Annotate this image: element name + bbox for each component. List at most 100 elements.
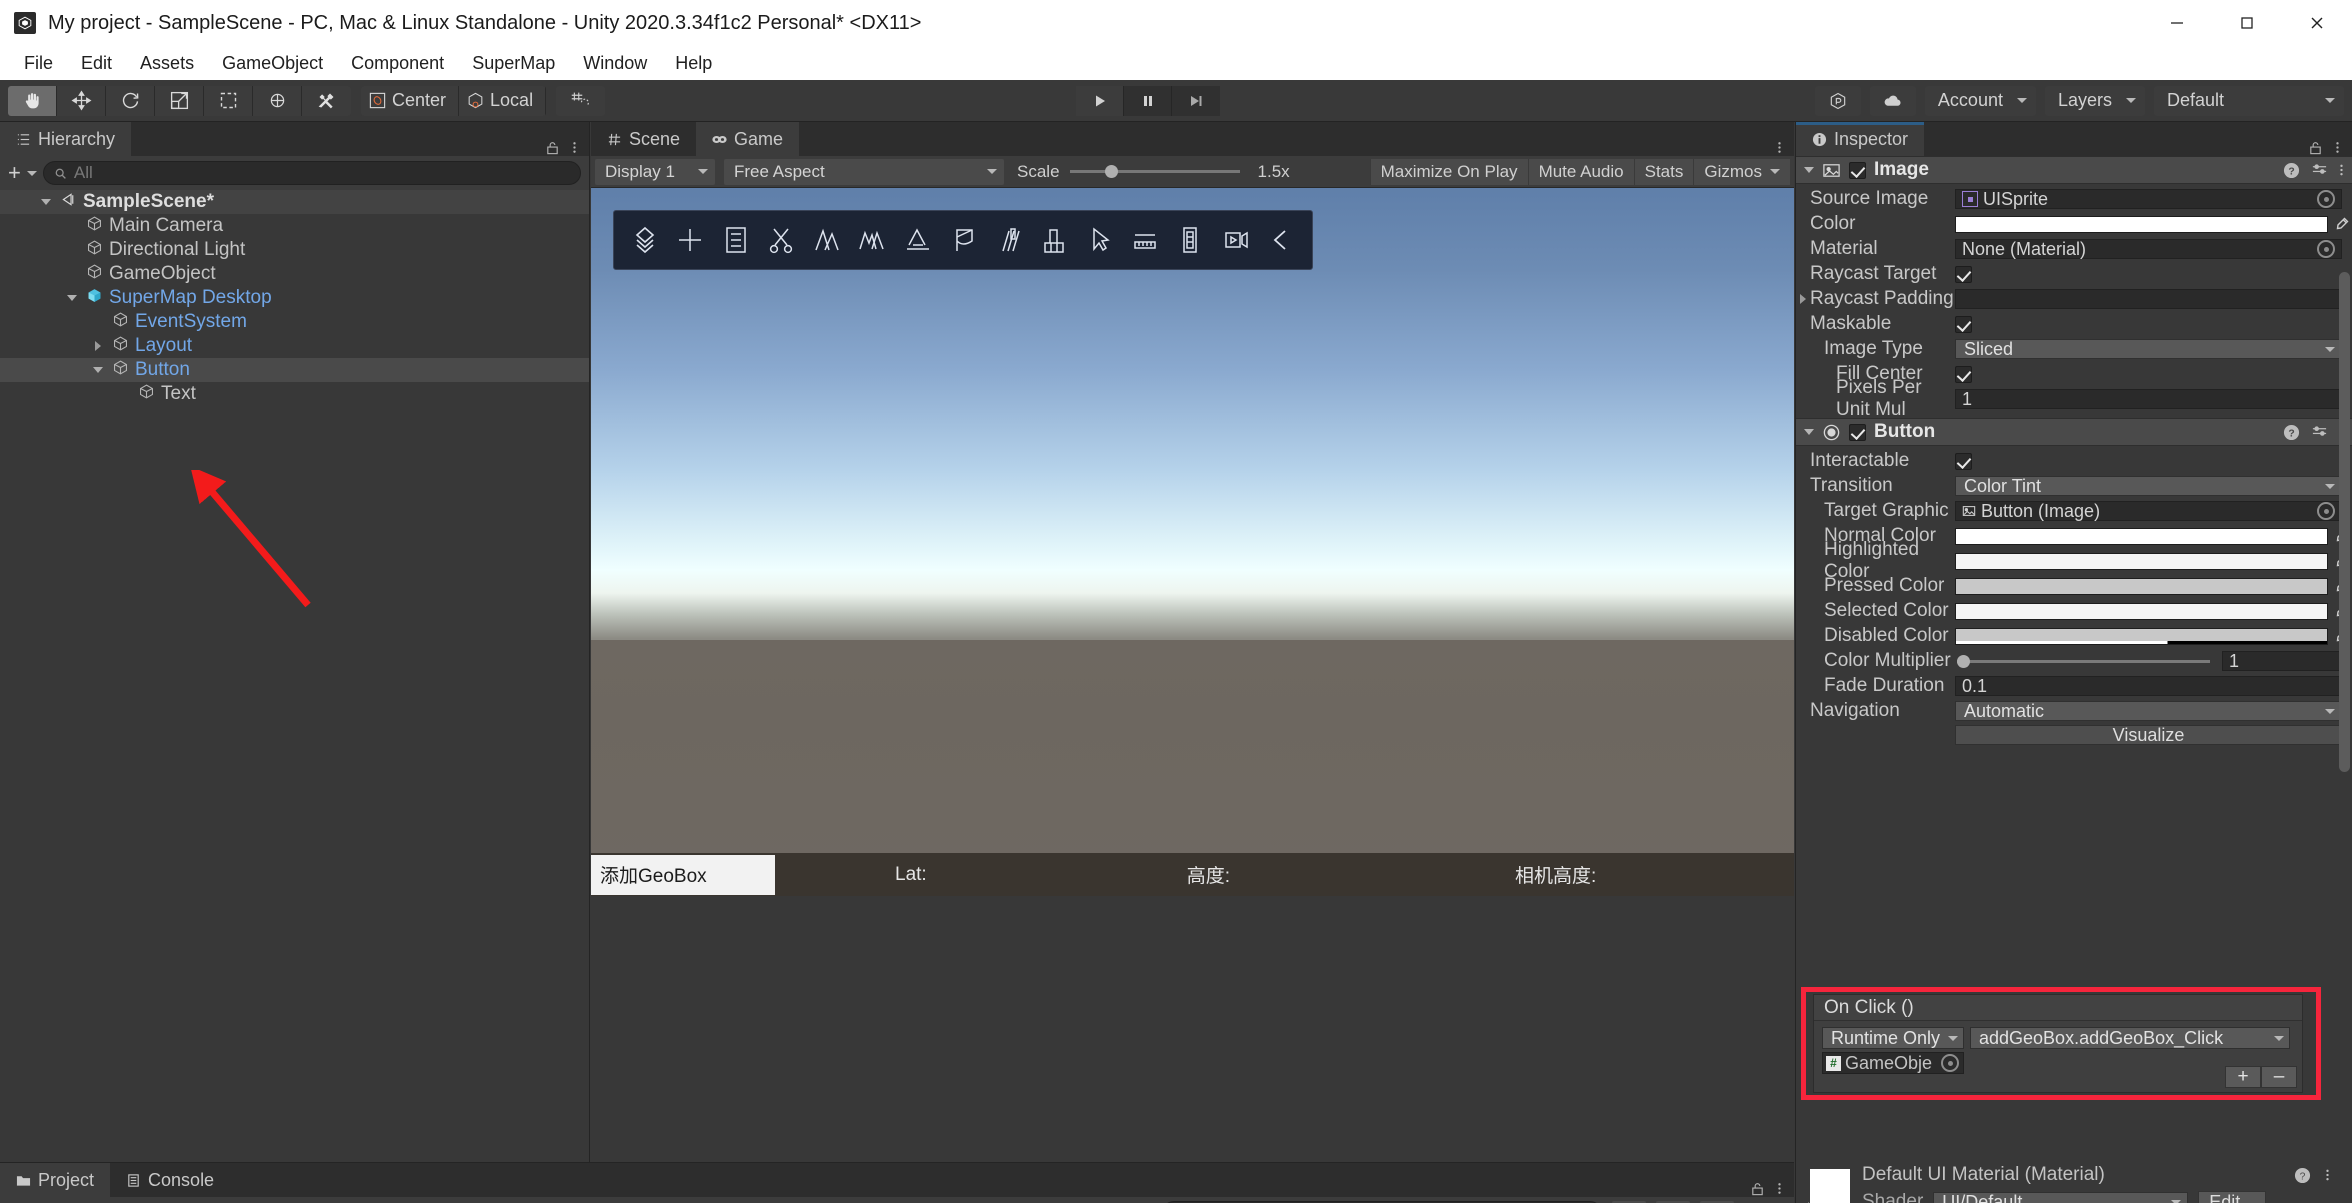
foldout-icon[interactable] [1804,429,1814,435]
mountain-icon[interactable] [804,218,849,262]
tab-scene[interactable]: Scene [591,122,697,156]
help-icon[interactable]: ? [2283,162,2300,179]
shader-dropdown[interactable]: UI/Default [1933,1192,2189,1203]
onclick-remove-button[interactable]: – [2261,1066,2297,1088]
slider-knob[interactable] [1957,654,1970,668]
menu-file[interactable]: File [12,49,65,78]
layers-dropdown[interactable]: Layers [2044,85,2145,116]
maximize-on-play-button[interactable]: Maximize On Play [1369,158,1528,185]
color-field-pressed-color[interactable] [1955,577,2328,595]
flag-icon[interactable] [940,218,985,262]
expand-arrow-icon[interactable] [90,367,106,373]
collapse-icon[interactable] [1259,218,1304,262]
object-picker-icon[interactable] [1941,1054,1959,1072]
onclick-mode-dropdown[interactable]: Runtime Only [1822,1027,1964,1049]
close-button[interactable] [2282,0,2352,46]
hierarchy-item-layout[interactable]: Layout [0,334,589,358]
hierarchy-item-text[interactable]: Text [0,382,589,406]
tab-hierarchy[interactable]: Hierarchy [0,122,132,156]
dropdown-transition[interactable]: Color Tint [1955,476,2342,496]
help-icon[interactable]: ? [2283,424,2300,441]
component-menu-icon[interactable] [2325,1167,2330,1183]
menu-edit[interactable]: Edit [69,49,124,78]
cloud-icon[interactable] [1869,85,1916,116]
scale-slider-knob[interactable] [1104,165,1118,178]
stats-button[interactable]: Stats [1633,158,1694,185]
shader-edit-button[interactable]: Edit... [2198,1191,2267,1203]
checkbox-fill-center[interactable] [1955,365,1972,383]
panel-menu-icon[interactable] [2335,139,2340,156]
slider-color-multiplier[interactable] [1957,654,2210,668]
hierarchy-item-eventsystem[interactable]: EventSystem [0,310,589,334]
eyedropper-icon[interactable] [2332,216,2352,232]
lock-icon[interactable] [1750,1181,1765,1197]
chevron-down-icon[interactable] [26,170,37,176]
expand-arrow-icon[interactable] [38,199,54,205]
game-render-canvas[interactable]: 116 添加GeoBox Lat: 高度: 相机高度: [591,188,1794,896]
expand-arrow-icon[interactable] [64,295,80,301]
collapse-arrow-icon[interactable] [90,341,106,351]
menu-gameobject[interactable]: GameObject [210,49,335,78]
hierarchy-search-input[interactable]: All [42,161,581,185]
pivot-rotation-button[interactable]: Local [459,85,547,116]
onclick-object-field[interactable]: # GameObje [1822,1052,1964,1074]
inspector-scrollbar[interactable] [2339,272,2350,1132]
hierarchy-item-button[interactable]: Button [0,358,589,382]
color-field-highlighted-color[interactable] [1955,552,2328,570]
color-field-disabled-color[interactable] [1955,627,2328,645]
menu-window[interactable]: Window [571,49,659,78]
onclick-function-dropdown[interactable]: addGeoBox.addGeoBox_Click [1970,1027,2290,1049]
hierarchy-item-gameobject[interactable]: GameObject [0,262,589,286]
video-icon[interactable] [1213,218,1258,262]
layout-dropdown[interactable]: Default [2154,85,2344,116]
checkbox-raycast-target[interactable] [1955,265,1972,283]
preset-icon[interactable] [2311,162,2328,179]
button-enabled-checkbox[interactable] [1849,423,1866,441]
mute-audio-button[interactable]: Mute Audio [1527,158,1634,185]
help-icon[interactable]: ? [2294,1167,2311,1184]
panel-menu-icon[interactable] [1777,139,1782,156]
lock-icon[interactable] [2308,140,2323,156]
rect-tool-button[interactable] [204,85,253,116]
menu-help[interactable]: Help [663,49,724,78]
color-field-color[interactable] [1955,215,2328,233]
preset-icon[interactable] [2311,424,2328,441]
scrollbar-thumb[interactable] [2339,272,2350,772]
foldout-icon[interactable] [1800,294,1806,304]
hierarchy-item-supermap-desktop[interactable]: SuperMap Desktop [0,286,589,310]
grid-snap-icon[interactable] [556,85,606,116]
menu-assets[interactable]: Assets [128,49,206,78]
layers-icon[interactable] [622,218,667,262]
display-dropdown[interactable]: Display 1 [595,158,715,185]
add-geobox-button[interactable]: 添加GeoBox [591,854,775,895]
text-field-pixels-per-unit-mul[interactable]: 1 [1955,389,2342,409]
step-button[interactable] [1172,85,1220,116]
hierarchy-item-directional-light[interactable]: Directional Light [0,238,589,262]
play-button[interactable] [1076,85,1124,116]
tab-game[interactable]: Game [696,122,800,156]
image-enabled-checkbox[interactable] [1849,161,1866,179]
list-icon[interactable] [713,218,758,262]
hierarchy-item-samplescene[interactable]: SampleScene* [0,190,589,214]
pivot-mode-button[interactable]: Center [361,85,460,116]
onclick-add-button[interactable]: + [2225,1066,2261,1088]
component-menu-icon[interactable] [2339,162,2344,178]
tab-project[interactable]: Project [0,1163,111,1197]
panel-menu-icon[interactable] [1777,1180,1782,1197]
section-icon[interactable] [986,218,1031,262]
object-picker-icon[interactable] [2317,502,2335,520]
object-field-material[interactable]: None (Material) [1955,239,2342,259]
scale-tool-button[interactable] [155,85,204,116]
tab-inspector[interactable]: Inspector [1796,122,1925,156]
tube-icon[interactable] [1168,218,1213,262]
lock-icon[interactable] [545,140,560,156]
component-header-button[interactable]: Button ? [1796,418,2352,446]
tab-console[interactable]: Console [110,1163,231,1197]
checkbox-interactable[interactable] [1955,452,1972,470]
text-field-fade-duration[interactable]: 0.1 [1955,676,2342,696]
menu-supermap[interactable]: SuperMap [460,49,567,78]
color-field-selected-color[interactable] [1955,602,2328,620]
account-dropdown[interactable]: Account [1924,85,2036,116]
dropdown-navigation[interactable]: Automatic [1955,701,2342,721]
object-picker-icon[interactable] [2317,240,2335,258]
